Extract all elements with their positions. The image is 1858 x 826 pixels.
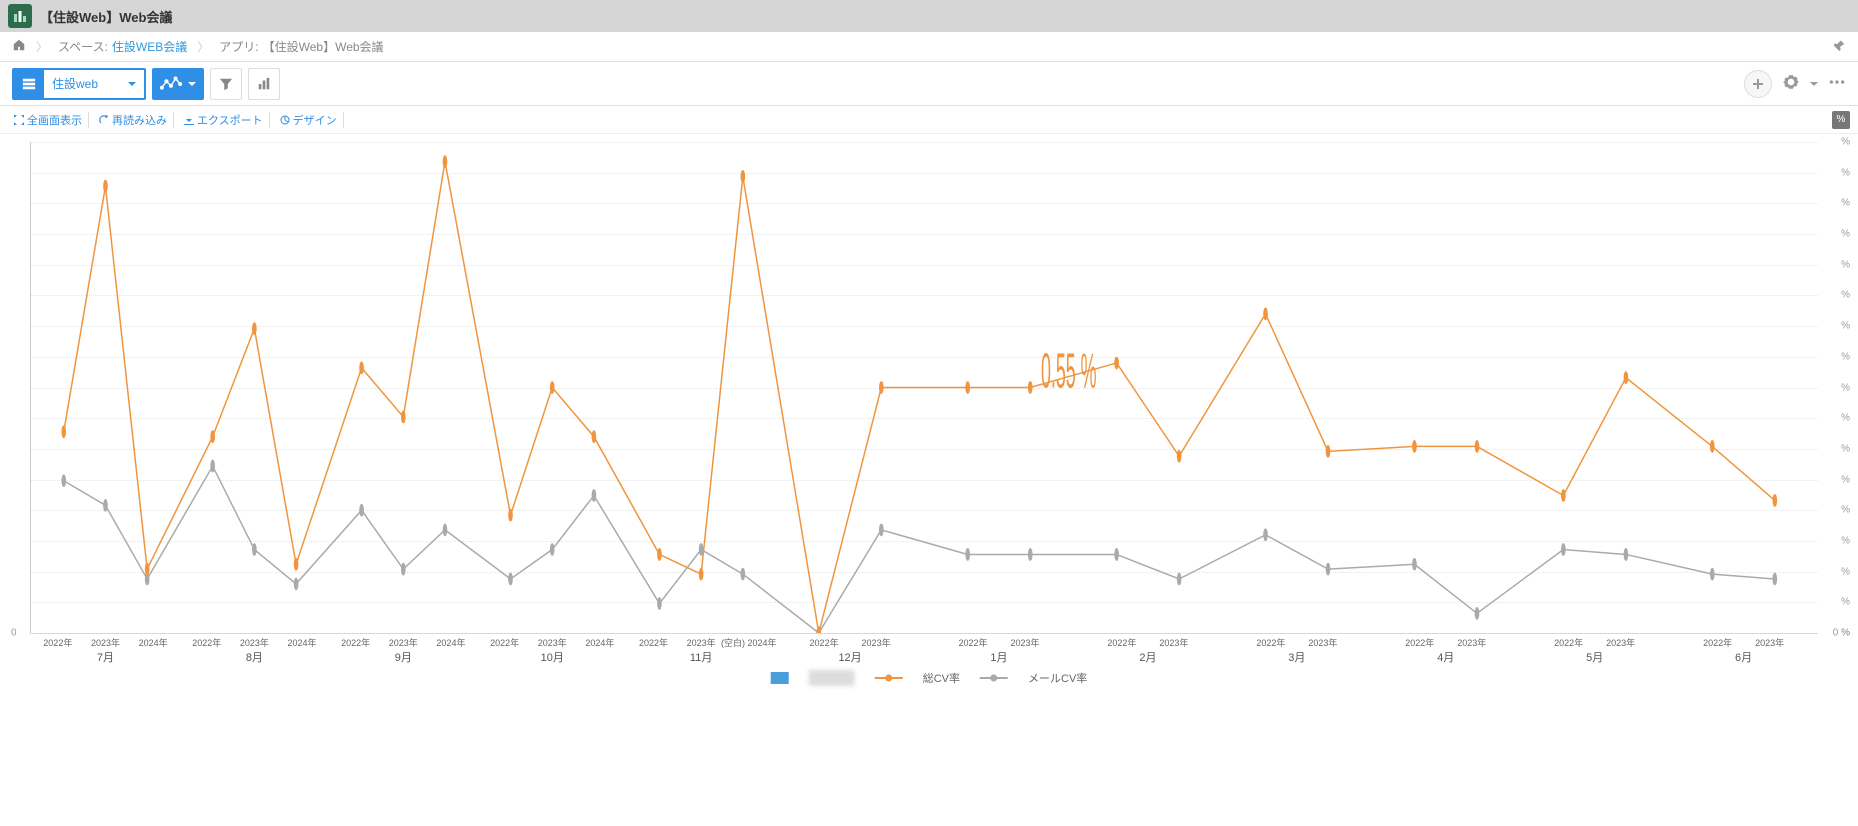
chart-legend: 総CV率 メールCV率 bbox=[771, 670, 1088, 686]
bar-year-label: 2022年 bbox=[810, 636, 839, 649]
grid-icon bbox=[14, 70, 44, 98]
legend-gray-swatch bbox=[980, 677, 1008, 679]
breadcrumb-space-prefix: スペース: bbox=[58, 38, 108, 55]
filter-button[interactable] bbox=[210, 68, 242, 100]
gear-icon[interactable] bbox=[1782, 73, 1800, 94]
bar-year-label: 2023年 bbox=[1606, 636, 1635, 649]
month-label: 10月 bbox=[541, 649, 564, 665]
month-label: 7月 bbox=[97, 649, 114, 665]
legend-gray-label: メールCV率 bbox=[1028, 670, 1087, 686]
chevron-down-icon[interactable] bbox=[1810, 82, 1818, 90]
month-label: 3月 bbox=[1288, 649, 1305, 665]
breadcrumb: 〉 スペース: 住設WEB会議 〉 アプリ: 【住設Web】Web会議 bbox=[0, 32, 1858, 62]
bar-year-label: 2023年 bbox=[1755, 636, 1784, 649]
chart-actions: 全画面表示 再読み込み エクスポート デザイン % bbox=[0, 106, 1858, 134]
pin-icon[interactable] bbox=[1834, 39, 1846, 54]
bar-year-label: 2022年 bbox=[1703, 636, 1732, 649]
bar-year-label: 2024年 bbox=[585, 636, 614, 649]
legend-orange-swatch bbox=[875, 677, 903, 679]
app-title: 【住設Web】Web会議 bbox=[40, 7, 172, 26]
month-label: 11月 bbox=[690, 649, 712, 665]
export-label: エクスポート bbox=[197, 112, 263, 128]
bar-year-label: 2022年 bbox=[490, 636, 519, 649]
breadcrumb-app-prefix: アプリ: bbox=[219, 38, 258, 55]
bar-year-label: 2023年 bbox=[91, 636, 120, 649]
bar-chart-button[interactable] bbox=[248, 68, 280, 100]
bar-year-label: 2023年 bbox=[687, 636, 716, 649]
bar-year-label: 2022年 bbox=[1554, 636, 1583, 649]
app-header: 【住設Web】Web会議 bbox=[0, 0, 1858, 32]
bar-year-label: 2022年 bbox=[1107, 636, 1136, 649]
bar-year-label: 2023年 bbox=[1457, 636, 1486, 649]
bar-year-label: 2024年 bbox=[139, 636, 168, 649]
design-label: デザイン bbox=[293, 112, 337, 128]
app-icon bbox=[8, 4, 32, 28]
chevron-down-icon bbox=[188, 82, 196, 90]
view-selector[interactable]: 住設web bbox=[12, 68, 146, 100]
month-label: 4月 bbox=[1437, 649, 1454, 665]
bar-year-label: 2022年 bbox=[341, 636, 370, 649]
bar-year-label: 2022年 bbox=[958, 636, 987, 649]
month-label: 1月 bbox=[990, 649, 1007, 665]
bar-year-label: 2022年 bbox=[639, 636, 668, 649]
chart-plot: %%%%%%%%%%%%%%%%%00 % 2022年2023年2024年7月2… bbox=[30, 142, 1818, 634]
design-action[interactable]: デザイン bbox=[274, 112, 344, 128]
month-label: 9月 bbox=[395, 649, 412, 665]
month-label: 12月 bbox=[838, 649, 861, 665]
more-icon[interactable] bbox=[1828, 73, 1846, 94]
graph-button[interactable] bbox=[152, 68, 204, 100]
bar-year-label: 2024年 bbox=[288, 636, 317, 649]
legend-bar-label bbox=[809, 670, 855, 686]
home-icon[interactable] bbox=[12, 38, 26, 55]
legend-orange-label: 総CV率 bbox=[923, 670, 960, 686]
reload-action[interactable]: 再読み込み bbox=[93, 112, 174, 128]
bar-year-label: 2023年 bbox=[1308, 636, 1337, 649]
month-label: 8月 bbox=[246, 649, 263, 665]
add-button[interactable] bbox=[1744, 70, 1772, 98]
bar-year-label: 2024年 bbox=[436, 636, 465, 649]
bar-year-label: 2022年 bbox=[1256, 636, 1285, 649]
month-label: 6月 bbox=[1735, 649, 1752, 665]
month-label: 2月 bbox=[1139, 649, 1156, 665]
reload-label: 再読み込み bbox=[112, 112, 167, 128]
export-action[interactable]: エクスポート bbox=[178, 112, 270, 128]
bar-year-label: 2022年 bbox=[1405, 636, 1434, 649]
fullscreen-action[interactable]: 全画面表示 bbox=[8, 112, 89, 128]
fullscreen-label: 全画面表示 bbox=[27, 112, 82, 128]
view-selector-label: 住設web bbox=[44, 75, 144, 92]
toolbar: 住設web bbox=[0, 62, 1858, 106]
breadcrumb-sep: 〉 bbox=[36, 38, 48, 55]
chart: %%%%%%%%%%%%%%%%%00 % 2022年2023年2024年7月2… bbox=[0, 134, 1858, 694]
bar-year-label: 2023年 bbox=[389, 636, 418, 649]
bar-year-label: 2022年 bbox=[43, 636, 72, 649]
percent-badge[interactable]: % bbox=[1832, 111, 1850, 129]
bar-year-label: 2023年 bbox=[1159, 636, 1188, 649]
breadcrumb-sep: 〉 bbox=[197, 38, 209, 55]
bar-year-label: 2022年 bbox=[192, 636, 221, 649]
bar-year-label: 2023年 bbox=[240, 636, 269, 649]
breadcrumb-space-link[interactable]: 住設WEB会議 bbox=[112, 38, 187, 55]
bar-year-label: 2023年 bbox=[1010, 636, 1039, 649]
bar-year-label: (空白) 2024年 bbox=[721, 636, 777, 649]
legend-bar-swatch bbox=[771, 672, 789, 684]
month-label: 5月 bbox=[1586, 649, 1603, 665]
breadcrumb-app: 【住設Web】Web会議 bbox=[263, 38, 384, 55]
bar-year-label: 2023年 bbox=[862, 636, 891, 649]
bar-year-label: 2023年 bbox=[538, 636, 567, 649]
